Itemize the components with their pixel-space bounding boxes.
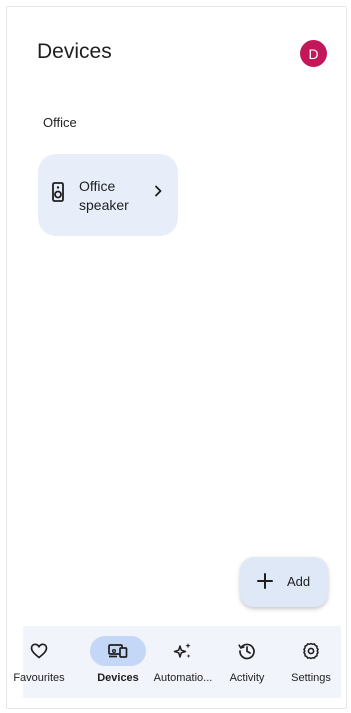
nav-item-automations[interactable]: Automatio...	[149, 626, 213, 698]
nav-icon-wrap-active	[90, 636, 146, 666]
nav-item-devices[interactable]: Devices	[90, 626, 146, 698]
nav-label: Settings	[291, 672, 331, 684]
history-icon	[238, 643, 255, 660]
chevron-right-icon	[155, 185, 162, 197]
page-title: Devices	[37, 40, 112, 63]
nav-label: Favourites	[13, 672, 65, 684]
account-avatar[interactable]: D	[300, 40, 327, 67]
add-button[interactable]: Add	[240, 557, 328, 607]
nav-item-settings[interactable]: Settings	[282, 626, 340, 698]
nav-label: Devices	[97, 672, 139, 684]
nav-label: Activity	[229, 672, 265, 684]
nav-label: Automatio...	[153, 672, 213, 684]
speaker-icon	[52, 182, 64, 202]
heart-icon	[30, 643, 48, 659]
device-label: Office speaker	[79, 177, 149, 215]
devices-icon	[108, 644, 128, 658]
nav-icon-wrap	[155, 636, 211, 666]
nav-icon-wrap	[283, 636, 339, 666]
add-button-label: Add	[287, 574, 311, 589]
nav-item-activity[interactable]: Activity	[219, 626, 275, 698]
gear-icon	[303, 642, 319, 660]
sparkle-icon	[173, 643, 191, 658]
section-title: Office	[43, 115, 77, 130]
device-label-line2: speaker	[79, 197, 129, 213]
nav-icon-wrap	[11, 636, 67, 666]
bottom-navigation: Favourites Devices Automatio... Activity…	[13, 626, 341, 698]
nav-icon-wrap	[219, 636, 275, 666]
device-label-line1: Office	[79, 178, 116, 194]
nav-item-favourites[interactable]: Favourites	[0, 626, 67, 698]
device-card-office-speaker[interactable]: Office speaker	[38, 154, 178, 236]
plus-icon	[257, 573, 273, 589]
